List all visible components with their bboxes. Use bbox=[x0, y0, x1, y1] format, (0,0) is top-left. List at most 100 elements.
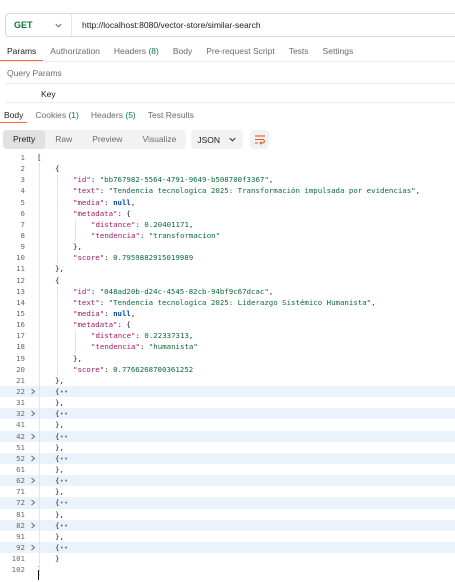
code-text: "tendencia": "transformacion" bbox=[91, 230, 220, 241]
tab-settings[interactable]: Settings bbox=[316, 45, 361, 61]
tabs-divider bbox=[0, 61, 455, 62]
line-number: 11 bbox=[16, 264, 25, 274]
json-token: { bbox=[55, 164, 60, 174]
code-line: 4 "text": "Tendencia tecnologica 2025: Tr… bbox=[0, 185, 455, 196]
chevron-down-icon bbox=[229, 137, 236, 142]
code-line: 14 "text": "Tendencia tecnologica 2025: L… bbox=[0, 297, 455, 308]
code-text: }, bbox=[55, 397, 64, 408]
line-number: 51 bbox=[16, 442, 25, 452]
collapsed-marker: •• bbox=[59, 520, 69, 530]
json-token: 0.20401171 bbox=[144, 219, 189, 229]
code-text: "metadata": { bbox=[73, 319, 131, 330]
code-line: 71}, bbox=[0, 486, 455, 497]
code-text: "id": "bb767982-5564-4791-9649-b508700f3… bbox=[73, 174, 273, 185]
tab-label: Params bbox=[7, 46, 37, 56]
json-key: "media" bbox=[73, 197, 105, 207]
json-key: "id" bbox=[73, 286, 91, 296]
line-number: 17 bbox=[16, 331, 25, 341]
view-mode-pretty-button[interactable]: Pretty bbox=[3, 130, 46, 149]
code-line: 16 "metadata": { bbox=[0, 319, 455, 330]
json-key: "metadata" bbox=[73, 320, 118, 330]
line-number: 16 bbox=[16, 320, 25, 330]
line-number: 12 bbox=[16, 275, 25, 285]
json-token: "048ad20b-d24c-4545-82cb-94bf9c67dcac" bbox=[99, 286, 269, 296]
code-line: 81}, bbox=[0, 509, 455, 520]
code-text: "media": null, bbox=[73, 197, 135, 208]
json-token: : bbox=[104, 197, 114, 207]
chevron-right-icon[interactable] bbox=[29, 497, 37, 508]
wrap-lines-button[interactable] bbox=[250, 130, 269, 149]
code-text: { bbox=[55, 163, 59, 174]
chevron-right-icon[interactable] bbox=[29, 431, 37, 442]
code-line: 12 { bbox=[0, 275, 455, 286]
code-text: {•• bbox=[55, 453, 68, 464]
code-text: }, bbox=[55, 375, 64, 386]
line-number: 62 bbox=[16, 476, 25, 486]
code-line: 10 "score": 0.7959882915019989 bbox=[0, 252, 455, 263]
method-select[interactable]: GET bbox=[6, 14, 72, 36]
line-number: 10 bbox=[16, 253, 25, 263]
code-text: {•• bbox=[55, 386, 68, 397]
code-line: 21}, bbox=[0, 375, 455, 386]
view-mode-raw-button[interactable]: Raw bbox=[45, 130, 82, 149]
collapsed-marker: •• bbox=[59, 453, 69, 463]
code-line: 22 {•• bbox=[0, 385, 455, 398]
format-select[interactable]: JSON bbox=[191, 130, 243, 149]
code-text: [ bbox=[37, 152, 41, 163]
view-mode-visualize-button[interactable]: Visualize bbox=[132, 130, 186, 149]
tab-params[interactable]: Params bbox=[0, 45, 44, 61]
indent-guide bbox=[39, 163, 40, 576]
code-text: "id": "048ad20b-d24c-4545-82cb-94bf9c67d… bbox=[73, 286, 273, 297]
code-text: "score": 0.7959882915019989 bbox=[73, 252, 193, 263]
chevron-right-icon[interactable] bbox=[29, 386, 37, 397]
line-number: 20 bbox=[16, 364, 25, 374]
key-column-header: Key bbox=[41, 89, 56, 99]
code-text: "media": null, bbox=[73, 308, 135, 319]
tab-label: Headers bbox=[113, 46, 147, 56]
tab-body[interactable]: Body bbox=[166, 45, 199, 61]
response-tabs: Body Cookies (1) Headers (5) Test Results bbox=[0, 109, 202, 125]
code-line: 42 {•• bbox=[0, 430, 455, 442]
tab-tests[interactable]: Tests bbox=[282, 45, 316, 61]
json-key: "text" bbox=[73, 186, 100, 196]
code-line: 102] bbox=[0, 564, 455, 575]
response-body-editor[interactable]: 1[2{3 "id": "bb767982-5564-4791-9649-b508… bbox=[0, 152, 455, 576]
method-label: GET bbox=[14, 20, 33, 30]
response-tab-headers[interactable]: Headers (5) bbox=[87, 109, 140, 123]
code-line: 92 {•• bbox=[0, 541, 455, 554]
code-text: {•• bbox=[55, 408, 68, 419]
json-token: : bbox=[104, 364, 114, 374]
code-text: "score": 0.7766268700361252 bbox=[73, 364, 193, 375]
tab-headers[interactable]: Headers (8) bbox=[107, 45, 166, 61]
response-tab-cookies[interactable]: Cookies (1) bbox=[31, 109, 82, 123]
json-token: "bb767982-5564-4791-9649-b508700f3367" bbox=[99, 175, 269, 185]
json-token: : { bbox=[117, 320, 131, 330]
line-number: 7 bbox=[20, 219, 25, 229]
response-tab-test-results[interactable]: Test Results bbox=[144, 109, 198, 123]
format-label: JSON bbox=[197, 134, 220, 145]
code-text: }, bbox=[55, 486, 64, 497]
view-mode-preview-button[interactable]: Preview bbox=[82, 130, 132, 149]
json-token: { bbox=[55, 275, 60, 285]
line-number: 102 bbox=[11, 565, 25, 575]
json-token: }, bbox=[55, 420, 64, 430]
json-token: , bbox=[371, 297, 376, 307]
tab-pre-request-script[interactable]: Pre-request Script bbox=[199, 45, 282, 61]
chevron-right-icon[interactable] bbox=[29, 453, 37, 464]
code-text: "text": "Tendencia tecnologica 2025: Lid… bbox=[73, 297, 376, 308]
json-token: : bbox=[99, 186, 109, 196]
url-input[interactable]: http://localhost:8080/vector-store/simil… bbox=[72, 20, 261, 30]
json-token: }, bbox=[55, 531, 64, 541]
code-line: 82 {•• bbox=[0, 519, 455, 531]
line-number: 92 bbox=[16, 542, 25, 552]
chevron-right-icon[interactable] bbox=[29, 542, 37, 553]
response-tab-body[interactable]: Body bbox=[0, 109, 28, 123]
json-key: "tendencia" bbox=[91, 342, 140, 352]
tab-label: Body bbox=[172, 46, 193, 56]
code-text: "metadata": { bbox=[73, 208, 131, 219]
chevron-right-icon[interactable] bbox=[29, 408, 37, 419]
chevron-right-icon[interactable] bbox=[29, 520, 37, 531]
collapsed-marker: •• bbox=[59, 386, 69, 396]
chevron-right-icon[interactable] bbox=[29, 475, 37, 486]
tab-authorization[interactable]: Authorization bbox=[43, 45, 107, 61]
